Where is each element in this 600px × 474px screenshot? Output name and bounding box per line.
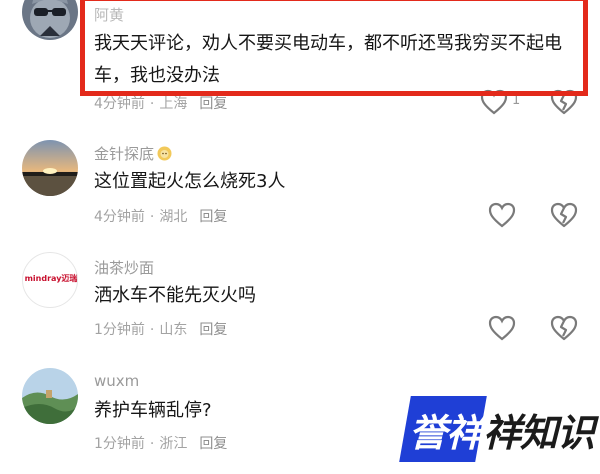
comment-meta: 1分钟前 · 山东 回复 [94,319,227,339]
like-heart-icon[interactable] [488,202,516,228]
avatar[interactable] [22,0,78,40]
avatar[interactable] [22,368,78,424]
comment-time: 4分钟前 [94,96,145,112]
comment-meta: 4分钟前 · 湖北 回复 [94,206,227,226]
reply-button[interactable]: 回复 [199,322,227,338]
comment-meta: 1分钟前 · 浙江 回复 [94,433,227,453]
comment-location: 湖北 [159,209,188,225]
separator: · [149,209,155,225]
separator: · [149,436,155,452]
avatar[interactable] [22,140,78,196]
comment-time: 1分钟前 [94,322,145,338]
dislike-broken-heart-icon[interactable] [550,202,578,228]
reply-button[interactable]: 回复 [199,436,227,452]
comment-meta: 4分钟前 · 上海 回复 [94,93,227,113]
comment-location: 山东 [159,322,188,338]
mindray-logo: mindray迈瑞 [24,274,78,283]
username[interactable]: wuxm [94,372,139,390]
comment-location: 浙江 [159,436,188,452]
reply-button[interactable]: 回复 [199,96,227,112]
avatar[interactable]: mindray迈瑞 [22,252,78,308]
watermark-text-secondary: 祥知识 [483,411,595,455]
comment-time: 4分钟前 [94,209,145,225]
separator: · [149,96,155,112]
username[interactable]: 油茶炒面 [94,257,154,278]
comment-location: 上海 [159,96,188,112]
like-heart-icon[interactable] [488,315,516,341]
separator: · [149,322,155,338]
comment-text: 洒水车不能先灭火吗 [94,285,256,306]
highlight-box [80,0,588,96]
reply-button[interactable]: 回复 [199,209,227,225]
comment-text: 这位置起火怎么烧死3人 [94,171,286,192]
comment-time: 1分钟前 [94,436,145,452]
dislike-broken-heart-icon[interactable] [550,315,578,341]
lion-badge-icon [157,146,172,161]
username-text: 金针探底 [94,145,155,163]
watermark-logo: 誉祥 祥知识 [399,396,595,462]
username[interactable]: 金针探底 [94,143,172,164]
watermark-text-primary: 誉祥 [409,411,484,455]
